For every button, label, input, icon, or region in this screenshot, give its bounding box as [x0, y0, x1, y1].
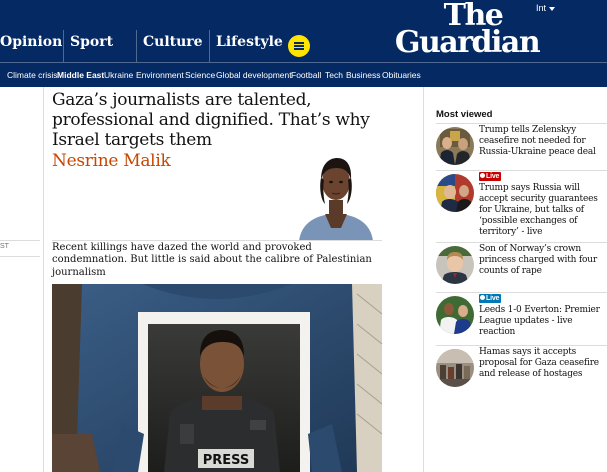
left-column-rule: [0, 256, 40, 257]
most-viewed-item[interactable]: Hamas says it accepts proposal for Gaza …: [436, 345, 607, 390]
press-sign-text: PRESS: [203, 453, 250, 468]
headline-line: Russia-Ukraine peace deal: [479, 147, 596, 157]
pillar-divider: [136, 30, 137, 62]
most-viewed-headline: Son of Norway’s crown princess charged w…: [479, 244, 607, 277]
headline-line: and release of hostages: [479, 369, 583, 379]
headline-line: territory’ - live: [479, 227, 543, 237]
headline-line: Trump says Russia will: [479, 183, 580, 193]
subnav-obituaries[interactable]: Obituaries: [382, 70, 421, 80]
guardian-logo[interactable]: The Guardian: [377, 0, 557, 60]
live-dot-icon: [480, 173, 485, 178]
menu-button[interactable]: [288, 35, 310, 57]
headline-line: accept security guarantees: [479, 194, 598, 204]
live-badge-label: Live: [486, 173, 500, 180]
subnav-climate-crisis[interactable]: Climate crisis: [7, 70, 58, 80]
headline-line: proposal for Gaza ceasefire: [479, 358, 599, 368]
most-viewed-thumbnail: [436, 246, 474, 284]
subnav-science[interactable]: Science: [185, 70, 215, 80]
standfirst-line: condemnation. But little is said about t…: [52, 254, 372, 266]
left-column-rule: [0, 240, 40, 241]
most-viewed-headline: Live Leeds 1-0 Everton: Premier League u…: [479, 294, 607, 338]
headline-line: Trump tells Zelenskyy: [479, 125, 577, 135]
menu-icon-bar: [294, 48, 304, 50]
most-viewed-thumbnail: [436, 127, 474, 165]
most-viewed-headline: Hamas says it accepts proposal for Gaza …: [479, 347, 607, 380]
nav-pillar-sport[interactable]: Sport: [70, 34, 113, 50]
headline-line: Son of Norway’s crown: [479, 244, 582, 254]
subnav-ukraine[interactable]: Ukraine: [104, 70, 133, 80]
logo-line-2: Guardian: [394, 25, 541, 60]
headline-line: Israel targets them: [52, 130, 212, 150]
standfirst-rule: [52, 240, 382, 241]
headline-line: counts of rape: [479, 266, 542, 276]
menu-icon-bar: [294, 45, 304, 47]
subnav-global-development[interactable]: Global development: [216, 70, 292, 80]
byline-author[interactable]: Nesrine Malik: [52, 151, 171, 171]
headline-line: Gaza’s journalists are talented,: [52, 90, 312, 110]
most-viewed-thumbnail: [436, 174, 474, 212]
nav-pillar-culture[interactable]: Culture: [143, 34, 203, 50]
subnav-tech[interactable]: Tech: [325, 70, 343, 80]
headline-line: Leeds 1-0 Everton: Premier: [479, 305, 600, 315]
subnav-football[interactable]: Football: [291, 70, 321, 80]
article-headline: Gaza’s journalists are talented, profess…: [52, 90, 382, 150]
most-viewed-item[interactable]: Live Trump says Russia will accept secur…: [436, 170, 607, 242]
subnav-middle-east[interactable]: Middle East: [57, 70, 104, 80]
headline-line: professional and dignified. That’s why: [52, 110, 370, 130]
article-main-image: PRESS: [52, 284, 382, 472]
article-standfirst: Recent killings have dazed the world and…: [52, 242, 382, 279]
most-viewed-heading: Most viewed: [436, 109, 493, 120]
live-dot-icon: [480, 295, 485, 300]
headline-line: ‘possible exchanges of: [479, 216, 578, 226]
subnav-environment[interactable]: Environment: [136, 70, 184, 80]
nav-pillar-opinion[interactable]: Opinion: [0, 34, 62, 50]
pillar-divider: [63, 30, 64, 62]
most-viewed-item[interactable]: Trump tells Zelenskyy ceasefire not need…: [436, 123, 607, 170]
headline-line: Hamas says it accepts: [479, 347, 577, 357]
column-divider: [423, 87, 424, 472]
most-viewed-headline: Trump tells Zelenskyy ceasefire not need…: [479, 125, 607, 158]
headline-line: reaction: [479, 327, 516, 337]
headline-line: princess charged with four: [479, 255, 597, 265]
subnav-business[interactable]: Business: [346, 70, 381, 80]
most-viewed-item[interactable]: Live Leeds 1-0 Everton: Premier League u…: [436, 292, 607, 345]
live-badge: Live: [479, 172, 502, 181]
most-viewed-headline: Live Trump says Russia will accept secur…: [479, 172, 607, 238]
author-photo: [295, 148, 377, 241]
column-divider: [43, 87, 44, 472]
menu-icon: [294, 42, 304, 44]
left-column-text: ST: [0, 243, 9, 250]
most-viewed-thumbnail: [436, 296, 474, 334]
live-badge: Live: [479, 294, 502, 303]
headline-line: for Ukraine, but talks of: [479, 205, 584, 215]
headline-line: League updates - live: [479, 316, 573, 326]
nav-pillar-lifestyle[interactable]: Lifestyle: [216, 34, 283, 50]
masthead: Opinion Sport Culture Lifestyle Int The …: [0, 0, 607, 62]
most-viewed-item[interactable]: Son of Norway’s crown princess charged w…: [436, 242, 607, 292]
standfirst-line: journalism: [52, 266, 106, 278]
headline-line: ceasefire not needed for: [479, 136, 586, 146]
live-badge-label: Live: [486, 295, 500, 302]
pillar-divider: [209, 30, 210, 62]
most-viewed-thumbnail: [436, 349, 474, 387]
subnav: Climate crisis Middle East Ukraine Envir…: [0, 62, 607, 87]
standfirst-line: Recent killings have dazed the world and…: [52, 242, 312, 253]
